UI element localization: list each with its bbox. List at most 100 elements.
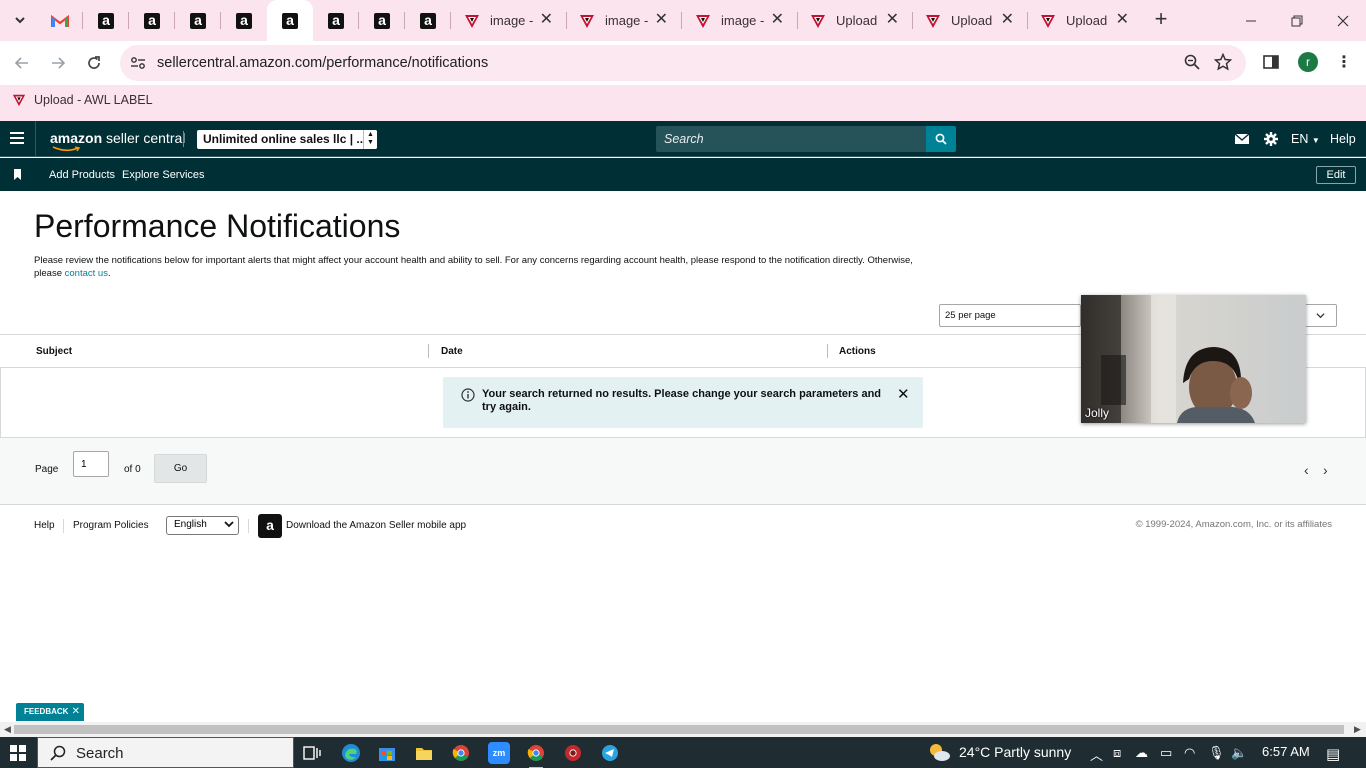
zoom-app-icon[interactable]: zm <box>488 742 510 764</box>
settings-gear-icon[interactable] <box>1262 131 1280 147</box>
browser-menu-icon[interactable]: ⋮ <box>1334 53 1354 73</box>
close-tab-icon[interactable]: ✕ <box>540 12 553 28</box>
microsoft-store-icon[interactable] <box>376 742 398 764</box>
microphone-icon[interactable]: 🎙 <box>1208 745 1225 761</box>
tab-gmail[interactable] <box>37 0 83 41</box>
chevron-left-icon[interactable]: ‹ <box>1304 462 1309 478</box>
alert-message: Your search returned no results. Please … <box>482 388 882 413</box>
header-divider <box>35 121 36 157</box>
tab-amazon-7[interactable]: a <box>405 0 451 41</box>
bookmark-icon[interactable] <box>13 169 22 180</box>
language-menu[interactable]: EN ▼ <box>1291 132 1320 146</box>
task-view-icon[interactable] <box>301 742 323 764</box>
footer-language-select[interactable]: English <box>166 516 239 535</box>
contact-us-link[interactable]: contact us <box>65 268 108 279</box>
seller-search-box[interactable] <box>656 126 926 152</box>
taskbar-search[interactable]: Search <box>37 737 294 768</box>
mail-icon[interactable] <box>1233 131 1251 147</box>
profile-avatar[interactable]: r <box>1298 52 1318 72</box>
chrome-icon[interactable] <box>450 742 472 764</box>
tab-upload-1[interactable]: Upload ✕ <box>798 0 913 41</box>
minimize-icon[interactable] <box>1228 0 1274 41</box>
taskbar-clock[interactable]: 6:57 AM <box>1262 744 1310 759</box>
back-arrow-icon[interactable] <box>10 51 34 75</box>
address-bar[interactable]: sellercentral.amazon.com/performance/not… <box>120 45 1246 81</box>
bookmark-upload-awl[interactable]: Upload - AWL LABEL <box>12 93 153 107</box>
tab-amazon-1[interactable]: a <box>83 0 129 41</box>
close-tab-icon[interactable]: ✕ <box>886 12 899 28</box>
video-call-overlay[interactable]: Jolly <box>1081 295 1306 423</box>
nav-add-products[interactable]: Add Products <box>49 169 115 181</box>
scroll-right-arrow-icon[interactable]: ▶ <box>1354 724 1361 735</box>
footer-help-link[interactable]: Help <box>34 520 55 531</box>
seller-search-button[interactable] <box>926 126 956 152</box>
tab-image-1[interactable]: image - ✕ <box>452 0 567 41</box>
chevron-right-icon[interactable]: › <box>1323 462 1328 478</box>
zoom-icon[interactable] <box>1184 54 1200 75</box>
close-tab-icon[interactable]: ✕ <box>1116 12 1129 28</box>
amazon-icon: a <box>282 12 298 29</box>
go-button[interactable]: Go <box>154 454 207 483</box>
feedback-tab[interactable]: FEEDBACK ✕ <box>16 703 84 721</box>
tab-upload-2[interactable]: Upload ✕ <box>913 0 1028 41</box>
no-results-alert: Your search returned no results. Please … <box>443 377 923 428</box>
close-window-icon[interactable] <box>1320 0 1366 41</box>
weather-widget[interactable]: 24°C Partly sunny <box>927 742 1071 762</box>
onedrive-cloud-icon[interactable]: ☁ <box>1135 745 1148 761</box>
column-subject[interactable]: Subject <box>36 346 72 357</box>
edge-browser-icon[interactable] <box>340 742 362 764</box>
amazon-app-icon[interactable]: a <box>258 514 282 538</box>
reload-icon[interactable] <box>82 51 106 75</box>
tab-amazon-4[interactable]: a <box>221 0 267 41</box>
bookmark-star-icon[interactable] <box>1213 52 1233 76</box>
meet-now-icon[interactable]: ⧈ <box>1113 745 1121 761</box>
footer-program-policies-link[interactable]: Program Policies <box>73 520 149 531</box>
side-panel-icon[interactable] <box>1262 53 1280 76</box>
restore-icon[interactable] <box>1274 0 1320 41</box>
close-tab-icon[interactable]: ✕ <box>771 12 784 28</box>
scrollbar-thumb[interactable] <box>14 725 1344 734</box>
windows-start-icon[interactable] <box>10 745 26 761</box>
footer-app-link[interactable]: Download the Amazon Seller mobile app <box>286 520 466 531</box>
new-tab-plus-icon[interactable]: + <box>1150 8 1172 31</box>
tab-amazon-active[interactable]: a <box>267 0 313 41</box>
search-icon <box>50 745 66 761</box>
close-icon[interactable]: ✕ <box>897 387 910 402</box>
tab-amazon-2[interactable]: a <box>129 0 175 41</box>
tab-amazon-6[interactable]: a <box>359 0 405 41</box>
tab-search-dropdown[interactable] <box>8 8 32 32</box>
footer-divider <box>63 519 64 533</box>
account-switcher[interactable]: Unlimited online sales llc | ... ▲ ▼ <box>197 130 377 149</box>
hamburger-menu-icon[interactable] <box>10 132 24 144</box>
per-page-select[interactable]: 25 per page <box>939 304 1081 327</box>
site-settings-icon[interactable] <box>128 53 148 73</box>
volume-icon[interactable]: 🔈 <box>1231 745 1247 761</box>
tab-upload-3[interactable]: Upload ✕ <box>1028 0 1143 41</box>
chrome-profile-icon[interactable] <box>562 742 584 764</box>
close-tab-icon[interactable]: ✕ <box>655 12 668 28</box>
chevron-up-icon[interactable]: ︿ <box>1090 745 1103 764</box>
seller-central-logo[interactable]: amazon seller central <box>50 130 185 152</box>
wifi-icon[interactable]: ◠ <box>1184 745 1195 761</box>
sort-select[interactable] <box>1305 304 1337 327</box>
tab-image-2[interactable]: image - ✕ <box>567 0 682 41</box>
help-link[interactable]: Help <box>1330 132 1356 146</box>
scroll-left-arrow-icon[interactable]: ◀ <box>4 724 11 735</box>
column-date[interactable]: Date <box>441 346 463 357</box>
horizontal-scrollbar[interactable]: ◀ ▶ <box>0 722 1366 737</box>
notifications-icon[interactable]: ▤ <box>1326 745 1340 763</box>
close-icon[interactable]: ✕ <box>72 703 80 721</box>
battery-icon[interactable]: ▭ <box>1160 745 1172 761</box>
tab-amazon-3[interactable]: a <box>175 0 221 41</box>
seller-search-input[interactable] <box>656 126 926 152</box>
forward-arrow-icon[interactable] <box>46 51 70 75</box>
nav-explore-services[interactable]: Explore Services <box>122 169 205 181</box>
close-tab-icon[interactable]: ✕ <box>1001 12 1014 28</box>
file-explorer-icon[interactable] <box>413 742 435 764</box>
tab-amazon-5[interactable]: a <box>313 0 359 41</box>
tab-image-3[interactable]: image - ✕ <box>683 0 798 41</box>
chrome-active-icon[interactable] <box>525 742 547 768</box>
edit-nav-button[interactable]: Edit <box>1316 166 1356 184</box>
page-number-input[interactable] <box>73 451 109 477</box>
telegram-icon[interactable] <box>599 742 621 764</box>
